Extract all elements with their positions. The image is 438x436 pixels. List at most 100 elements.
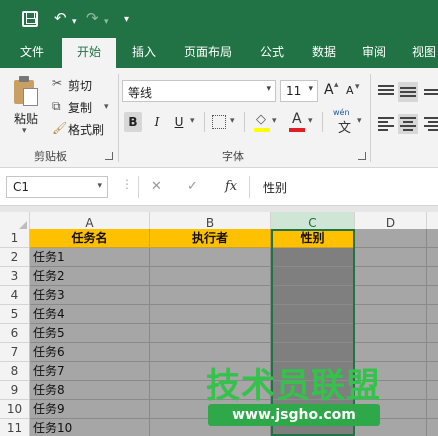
cell-e7[interactable] <box>427 343 438 362</box>
row-header[interactable]: 2 <box>0 248 30 267</box>
cell-b3[interactable] <box>150 267 271 286</box>
undo-icon[interactable]: ↶ <box>54 8 67 28</box>
row-header[interactable]: 1 <box>0 229 30 248</box>
cell-d2[interactable] <box>355 248 427 267</box>
bold-button[interactable]: B <box>124 112 142 132</box>
paste-icon[interactable] <box>14 76 40 106</box>
font-name-select[interactable]: 等线 ▾ <box>122 80 276 102</box>
copy-icon[interactable]: ⧉ <box>52 99 61 114</box>
cell-b4[interactable] <box>150 286 271 305</box>
cell-d1[interactable] <box>355 229 427 248</box>
customize-toolbar-icon[interactable]: ▾ <box>124 10 129 30</box>
borders-icon[interactable] <box>212 115 226 129</box>
cell-b1[interactable]: 执行者 <box>150 229 271 248</box>
cell-c2[interactable] <box>271 248 355 267</box>
cell-d7[interactable] <box>355 343 427 362</box>
cancel-icon[interactable]: ✕ <box>151 179 162 194</box>
cell-c7[interactable] <box>271 343 355 362</box>
cut-button[interactable]: 剪切 <box>68 77 92 94</box>
cell-b2[interactable] <box>150 248 271 267</box>
cell-d5[interactable] <box>355 305 427 324</box>
name-box[interactable]: C1 ▾ <box>6 176 108 198</box>
grow-font-button[interactable]: A <box>324 82 334 98</box>
enter-icon[interactable]: ✓ <box>187 179 198 194</box>
cell-a2[interactable]: 任务1 <box>30 248 150 267</box>
row-header[interactable]: 5 <box>0 305 30 324</box>
cell-b5[interactable] <box>150 305 271 324</box>
copy-dropdown-icon[interactable]: ▾ <box>104 102 109 112</box>
cell-a11[interactable]: 任务10 <box>30 419 150 436</box>
cell-d3[interactable] <box>355 267 427 286</box>
cell-a1[interactable]: 任务名 <box>30 229 150 248</box>
cell-a3[interactable]: 任务2 <box>30 267 150 286</box>
row-header[interactable]: 10 <box>0 400 30 419</box>
tab-home[interactable]: 开始 <box>62 38 116 69</box>
shrink-font-button[interactable]: A <box>346 84 354 97</box>
italic-button[interactable]: I <box>148 112 166 132</box>
cell-c1[interactable]: 性别 <box>271 229 355 248</box>
cell-a8[interactable]: 任务7 <box>30 362 150 381</box>
font-color-dropdown-icon[interactable]: ▾ <box>308 116 313 126</box>
align-bottom-icon[interactable] <box>424 84 438 100</box>
font-size-select[interactable]: 11 ▾ <box>280 80 318 102</box>
cell-b7[interactable] <box>150 343 271 362</box>
tab-view[interactable]: 视图 <box>404 38 438 68</box>
cell-e9[interactable] <box>427 381 438 400</box>
cell-c4[interactable] <box>271 286 355 305</box>
cell-a5[interactable]: 任务4 <box>30 305 150 324</box>
cell-d6[interactable] <box>355 324 427 343</box>
tab-file[interactable]: 文件 <box>8 38 56 68</box>
cut-icon[interactable]: ✂ <box>52 76 62 90</box>
formula-input[interactable]: 性别 <box>263 179 287 196</box>
cell-a9[interactable]: 任务8 <box>30 381 150 400</box>
font-launcher-icon[interactable] <box>358 152 366 160</box>
row-header[interactable]: 8 <box>0 362 30 381</box>
cell-c3[interactable] <box>271 267 355 286</box>
cell-e1[interactable] <box>427 229 438 248</box>
insert-function-icon[interactable]: fx <box>225 179 237 194</box>
row-header[interactable]: 9 <box>0 381 30 400</box>
underline-dropdown-icon[interactable]: ▾ <box>190 116 195 126</box>
format-painter-button[interactable]: 格式刷 <box>68 121 104 138</box>
tab-insert[interactable]: 插入 <box>124 38 164 68</box>
cell-c5[interactable] <box>271 305 355 324</box>
cell-e5[interactable] <box>427 305 438 324</box>
cell-e10[interactable] <box>427 400 438 419</box>
tab-page-layout[interactable]: 页面布局 <box>176 38 240 68</box>
row-header[interactable]: 3 <box>0 267 30 286</box>
cell-b6[interactable] <box>150 324 271 343</box>
align-middle-icon[interactable] <box>398 82 418 102</box>
underline-button[interactable]: U <box>170 112 188 132</box>
font-color-icon[interactable]: A <box>289 111 305 132</box>
cell-e6[interactable] <box>427 324 438 343</box>
cell-e2[interactable] <box>427 248 438 267</box>
cell-e11[interactable] <box>427 419 438 436</box>
undo-dropdown-icon[interactable]: ▾ <box>72 12 77 32</box>
cell-a6[interactable]: 任务5 <box>30 324 150 343</box>
copy-button[interactable]: 复制 <box>68 99 92 116</box>
row-header[interactable]: 7 <box>0 343 30 362</box>
cell-c6[interactable] <box>271 324 355 343</box>
redo-icon[interactable]: ↷ <box>86 8 99 28</box>
align-top-icon[interactable] <box>378 84 394 100</box>
fill-color-icon[interactable]: ◇ <box>254 112 270 132</box>
tab-formulas[interactable]: 公式 <box>252 38 292 68</box>
tab-data[interactable]: 数据 <box>304 38 344 68</box>
cell-a7[interactable]: 任务6 <box>30 343 150 362</box>
clipboard-launcher-icon[interactable] <box>105 152 113 160</box>
align-left-icon[interactable] <box>378 116 394 132</box>
save-icon[interactable] <box>22 11 38 27</box>
tab-review[interactable]: 审阅 <box>354 38 394 68</box>
phonetic-guide-icon[interactable]: wén 文 <box>333 108 357 136</box>
redo-dropdown-icon[interactable]: ▾ <box>104 12 109 32</box>
cell-e4[interactable] <box>427 286 438 305</box>
phonetic-dropdown-icon[interactable]: ▾ <box>357 116 362 126</box>
cell-a4[interactable]: 任务3 <box>30 286 150 305</box>
cell-a10[interactable]: 任务9 <box>30 400 150 419</box>
align-right-icon[interactable] <box>424 116 438 132</box>
paste-dropdown-icon[interactable]: ▾ <box>22 126 27 136</box>
format-painter-icon[interactable]: 🖌 <box>52 121 67 135</box>
fill-color-dropdown-icon[interactable]: ▾ <box>272 116 277 126</box>
row-header[interactable]: 6 <box>0 324 30 343</box>
paste-button[interactable]: 粘贴 <box>14 110 38 127</box>
